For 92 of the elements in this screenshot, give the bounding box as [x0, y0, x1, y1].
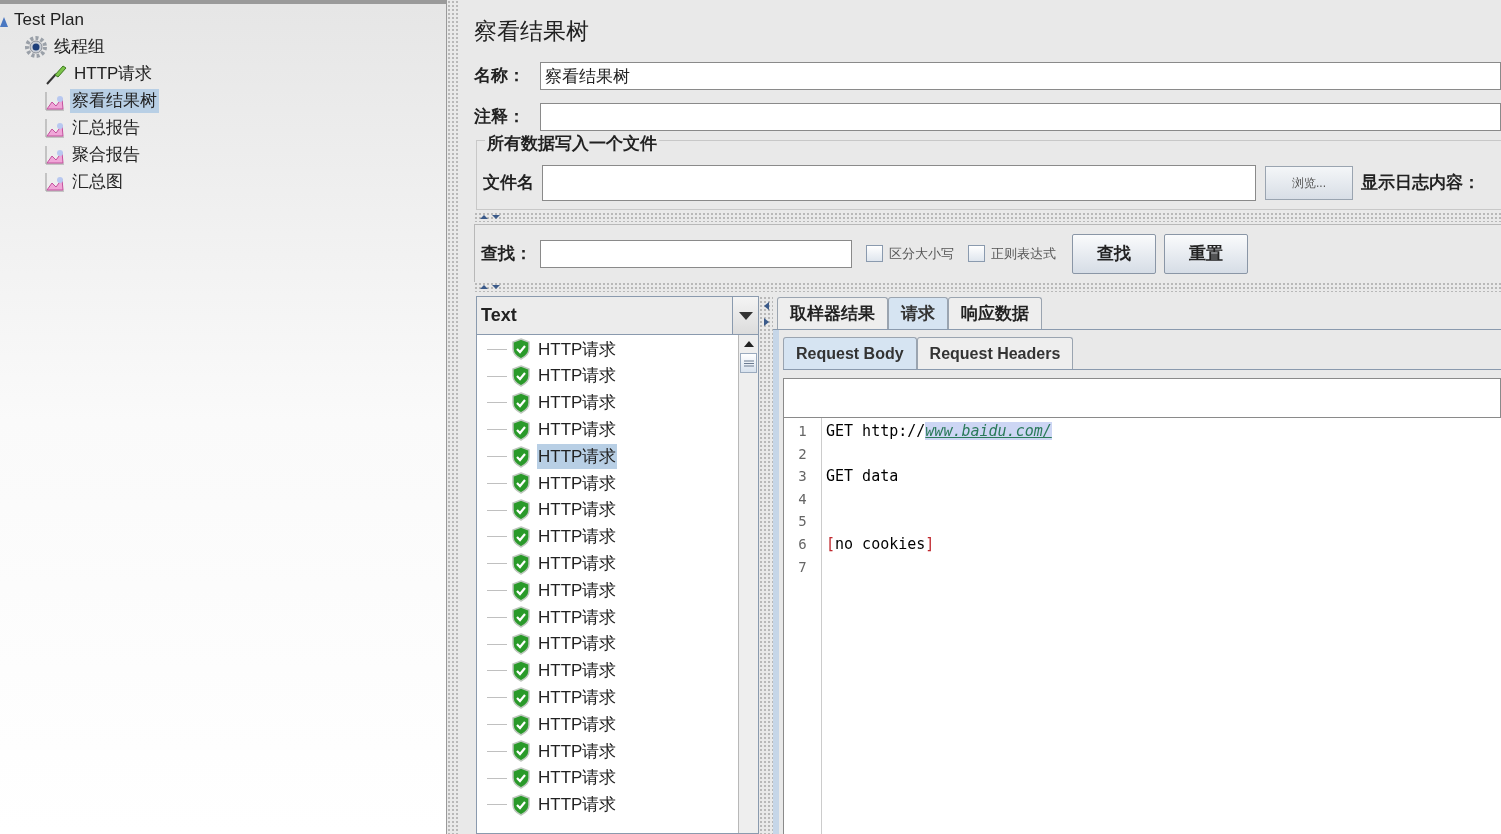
line-number: 3	[797, 467, 808, 487]
code-line: GET data	[826, 467, 899, 486]
panel-title: 察看结果树	[474, 17, 590, 46]
shield-check-icon	[511, 713, 531, 736]
field-label: 名称：	[474, 65, 526, 88]
line-number: 1	[797, 422, 808, 441]
result-item[interactable]: HTTP请求	[537, 685, 618, 711]
line-number: 2	[797, 444, 808, 464]
checkbox-label: 正则表达式	[991, 244, 1056, 263]
result-item[interactable]: HTTP请求	[537, 336, 618, 363]
shield-check-icon	[511, 338, 531, 361]
splitter-handle[interactable]	[474, 282, 1501, 292]
search-field[interactable]	[540, 239, 852, 268]
filename-field[interactable]	[542, 164, 1256, 201]
shield-check-icon	[511, 499, 531, 522]
checkbox[interactable]	[866, 245, 883, 262]
splitter-handle[interactable]	[759, 296, 773, 834]
collapse-arrows-icon[interactable]	[478, 213, 502, 221]
line-number: 6	[797, 534, 808, 554]
code-line: GET http://www.baidu.com/	[826, 422, 1052, 440]
shield-check-icon	[511, 659, 531, 682]
graph-icon	[44, 116, 66, 139]
result-item[interactable]: HTTP请求	[537, 417, 618, 443]
tree-item[interactable]: 汇总报告	[70, 115, 142, 140]
checkbox-label: 区分大小写	[889, 244, 954, 263]
shield-check-icon	[511, 418, 531, 441]
shield-check-icon	[511, 633, 531, 656]
tab[interactable]: 请求	[888, 297, 948, 329]
result-item[interactable]: HTTP请求	[537, 497, 618, 523]
shield-check-icon	[511, 579, 531, 602]
action-button[interactable]: 查找	[1072, 233, 1156, 274]
comment-field[interactable]	[540, 103, 1501, 131]
result-item[interactable]: HTTP请求	[537, 738, 618, 765]
result-item[interactable]: HTTP请求	[537, 470, 618, 497]
shield-check-icon	[511, 606, 531, 629]
filter-field[interactable]	[783, 378, 1501, 418]
grip-icon[interactable]	[743, 359, 754, 367]
tree-item[interactable]: HTTP请求	[72, 61, 155, 86]
tree-item[interactable]: 汇总图	[70, 169, 125, 194]
field-label: 注释：	[474, 106, 526, 129]
result-item[interactable]: HTTP请求	[537, 631, 618, 657]
tree-item[interactable]: Test Plan	[12, 7, 86, 32]
tab[interactable]: 取样器结果	[777, 297, 888, 329]
tree-item[interactable]: 察看结果树	[70, 88, 159, 113]
tab[interactable]: 响应数据	[948, 297, 1042, 329]
graph-icon	[44, 170, 66, 193]
graph-icon	[44, 143, 66, 166]
line-number: 4	[797, 489, 808, 509]
checkbox[interactable]	[968, 245, 985, 262]
tree-item[interactable]: 线程组	[52, 34, 107, 59]
result-item[interactable]: HTTP请求	[537, 577, 618, 604]
shield-check-icon	[511, 525, 531, 548]
shield-check-icon	[511, 472, 531, 495]
collapse-arrows-icon[interactable]	[478, 283, 502, 291]
shield-check-icon	[511, 365, 531, 388]
tree-item[interactable]: 聚合报告	[70, 142, 142, 167]
shield-check-icon	[511, 767, 531, 790]
name-field[interactable]: 察看结果树	[540, 62, 1501, 90]
result-item[interactable]: HTTP请求	[537, 765, 618, 791]
tab[interactable]: Request Headers	[916, 337, 1074, 369]
action-button[interactable]: 重置	[1164, 233, 1248, 274]
shield-check-icon	[511, 445, 531, 468]
gear-icon	[24, 34, 48, 59]
result-item[interactable]: HTTP请求	[537, 524, 618, 550]
result-item[interactable]: HTTP请求	[537, 658, 618, 684]
line-number: 5	[797, 512, 808, 532]
tab[interactable]: Request Body	[783, 337, 917, 369]
result-item[interactable]: HTTP请求	[537, 363, 618, 389]
result-item[interactable]: HTTP请求	[537, 551, 618, 577]
graph-icon	[44, 89, 66, 112]
scrollbar[interactable]	[738, 335, 758, 833]
browse-button[interactable]: 浏览...	[1265, 165, 1353, 200]
shield-check-icon	[511, 552, 531, 575]
shield-check-icon	[511, 740, 531, 763]
result-item[interactable]: HTTP请求	[537, 604, 618, 631]
field-label: 文件名	[483, 171, 534, 194]
log-label: 显示日志内容：	[1361, 171, 1480, 194]
result-item[interactable]: HTTP请求	[537, 711, 618, 738]
code-line: [no cookies]	[826, 534, 935, 553]
shield-check-icon	[511, 392, 531, 414]
splitter-handle[interactable]	[447, 0, 460, 834]
splitter-handle[interactable]	[474, 212, 1501, 222]
result-item[interactable]: HTTP请求	[537, 390, 618, 416]
scroll-up-icon[interactable]	[743, 341, 754, 347]
shield-check-icon	[511, 686, 531, 709]
result-item[interactable]: HTTP请求	[537, 443, 618, 470]
shield-check-icon	[511, 793, 531, 816]
search-label: 查找：	[481, 242, 532, 265]
collapse-arrows-icon[interactable]	[762, 300, 770, 328]
result-item[interactable]: HTTP请求	[537, 792, 618, 818]
line-number: 7	[797, 557, 808, 577]
dropdown-arrow-icon[interactable]	[738, 311, 753, 320]
